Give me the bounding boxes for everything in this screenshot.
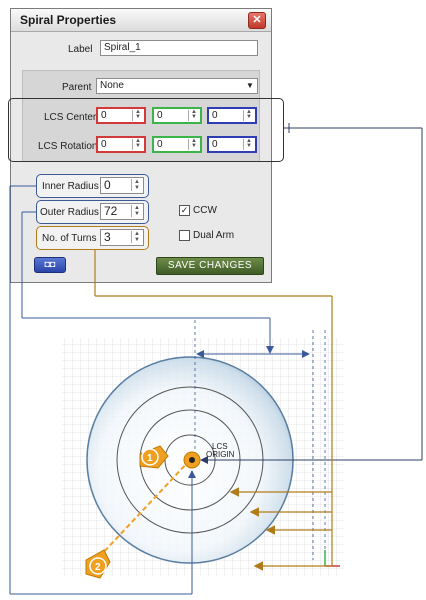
lcs-origin-dot (189, 457, 195, 463)
spiral-diagram: LCS ORIGIN 1 2 (9, 123, 423, 595)
marker-2-number: 2 (95, 562, 101, 573)
lcs-origin-label-2: ORIGIN (206, 450, 235, 459)
marker-1-number: 1 (147, 453, 153, 464)
